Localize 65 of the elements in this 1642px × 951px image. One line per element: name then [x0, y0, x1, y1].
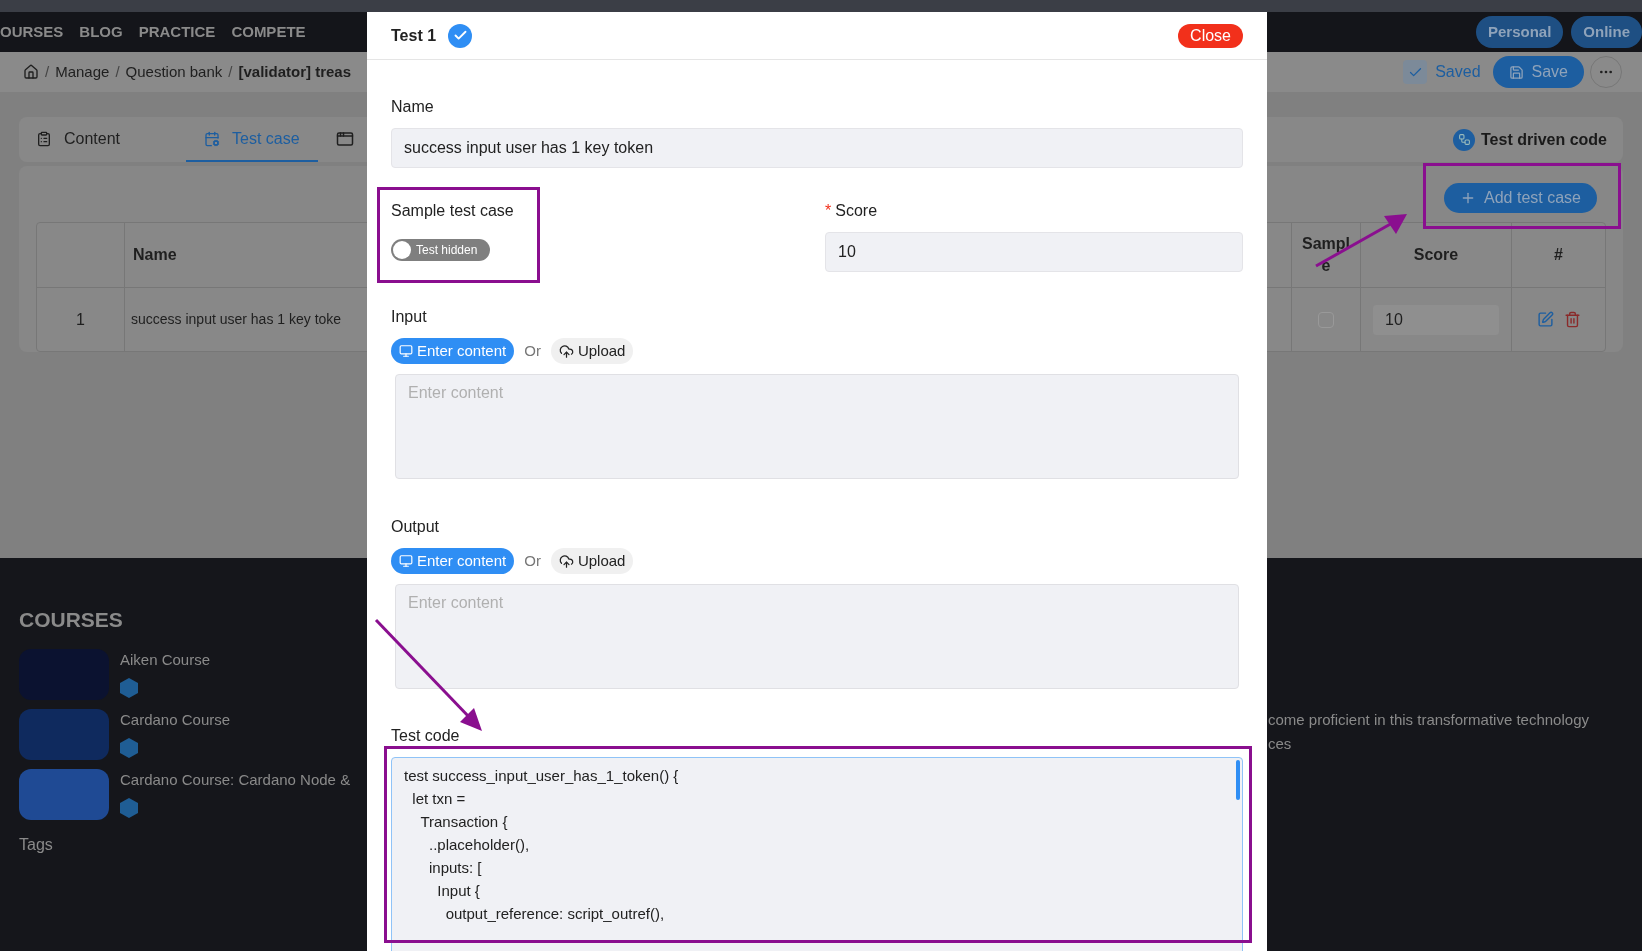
close-button[interactable]: Close: [1178, 23, 1243, 48]
column-header: #: [1553, 245, 1564, 265]
course-link[interactable]: Aiken Course: [120, 648, 211, 671]
delete-icon[interactable]: [1563, 311, 1581, 328]
footer-heading: COURSES: [19, 607, 124, 633]
required-mark: *: [825, 202, 832, 219]
footer-text: come proficient in this transformative technology: [1268, 710, 1590, 730]
hexagon-badge-icon: [120, 678, 138, 698]
nav-link[interactable]: PRACTICE: [138, 20, 216, 44]
score-field[interactable]: 10: [825, 232, 1243, 272]
workflow-icon: [1453, 128, 1476, 151]
save-button[interactable]: Save: [1492, 56, 1584, 88]
breadcrumb-separator: /: [228, 61, 233, 82]
course-link[interactable]: Cardano Course: [120, 708, 231, 731]
monitor-icon: [399, 344, 413, 358]
course-link[interactable]: Cardano Course: Cardano Node &: [120, 768, 351, 791]
or-text: Or: [524, 340, 541, 361]
mode-button[interactable]: Enter content: [391, 338, 515, 364]
modal-title: Test 1: [391, 25, 437, 46]
tab[interactable]: Content: [36, 117, 186, 162]
field-label: Output: [391, 517, 441, 537]
nav-button[interactable]: Personal: [1475, 16, 1564, 48]
score-field[interactable]: 10: [1372, 303, 1500, 336]
nav-button[interactable]: Online: [1571, 16, 1642, 48]
edit-icon[interactable]: [1536, 311, 1554, 328]
nav-link[interactable]: BLOG: [79, 20, 123, 44]
saved-status: Saved: [1435, 62, 1481, 82]
breadcrumb-separator: /: [115, 61, 120, 82]
row-index: 1: [37, 288, 125, 351]
test-driven-label: Test driven code: [1481, 129, 1607, 150]
cloud-upload-icon: [558, 553, 574, 569]
column-header: Name: [133, 245, 177, 265]
check-icon: [1403, 60, 1428, 84]
breadcrumb-link[interactable]: Manage: [55, 60, 110, 84]
cloud-upload-icon: [558, 343, 574, 359]
field-label: Name: [391, 97, 435, 117]
name-field[interactable]: success input user has 1 key token: [391, 128, 1243, 168]
or-text: Or: [524, 550, 541, 571]
monitor-icon: [399, 554, 413, 568]
field-label: Sample test case: [391, 201, 515, 221]
toggle-switch[interactable]: Test hidden: [391, 239, 491, 261]
home-icon[interactable]: [23, 64, 39, 80]
breadcrumb-separator: /: [45, 61, 50, 82]
field-label: Test code: [391, 726, 461, 746]
window-icon: [335, 129, 354, 148]
calendar-icon: [204, 130, 220, 147]
hexagon-badge-icon: [120, 738, 138, 758]
save-icon: [1508, 64, 1524, 80]
nav-link[interactable]: OURSES: [0, 20, 64, 44]
breadcrumb-link[interactable]: Question bank: [125, 60, 223, 84]
mode-button[interactable]: Upload: [550, 338, 634, 364]
mode-button[interactable]: Enter content: [391, 548, 515, 574]
column-header: Sample: [1302, 234, 1350, 276]
nav-link[interactable]: COMPETE: [231, 20, 306, 44]
mode-button[interactable]: Upload: [550, 548, 634, 574]
breadcrumb-current: [validator] treas: [238, 61, 351, 82]
footer-text: ces: [1268, 734, 1293, 754]
add-test-case-button[interactable]: Add test case: [1444, 183, 1597, 213]
table-cell-text: success input user has 1 key toke: [131, 310, 342, 329]
code-editor[interactable]: test success_input_user_has_1_token() { let txn = Transaction { ..placeholder(), inputs: [ Input { output_reference: script_outref(),: [391, 757, 1243, 951]
field-label: Input: [391, 307, 428, 327]
field-label: * Score: [825, 201, 879, 221]
hexagon-badge-icon: [120, 798, 138, 818]
clipboard-icon: [36, 130, 52, 147]
tags-heading: Tags: [19, 834, 54, 855]
